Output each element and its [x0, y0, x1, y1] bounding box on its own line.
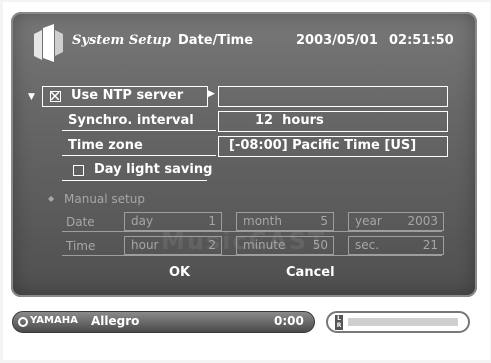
- synchro-interval-field[interactable]: 12 hours: [218, 111, 448, 132]
- meter-channel-labels: LR: [335, 315, 343, 330]
- synchro-interval-label: Synchro. interval: [68, 113, 194, 128]
- time-row-line: [62, 255, 442, 256]
- manual-setup-label: Manual setup: [64, 192, 145, 206]
- sec-field[interactable]: sec. 21: [348, 236, 444, 255]
- year-field[interactable]: year 2003: [348, 212, 444, 231]
- playback-time: 0:00: [274, 314, 304, 328]
- manual-date-label: Date: [66, 215, 95, 229]
- year-label: year: [355, 214, 382, 228]
- day-value: 1: [208, 214, 216, 228]
- system-setup-logo-icon: [34, 24, 63, 62]
- track-title: Allegro: [91, 314, 140, 328]
- time-zone-underline: [62, 155, 216, 156]
- minute-label: minute: [243, 238, 286, 252]
- brand-label: YAMAHA: [30, 315, 78, 326]
- time-zone-field[interactable]: [-08:00] Pacific Time [US]: [218, 136, 448, 157]
- month-field[interactable]: month 5: [236, 212, 334, 231]
- app-title: System Setup: [72, 33, 172, 48]
- hour-label: hour: [131, 238, 159, 252]
- use-ntp-checkbox-row[interactable]: Use NTP server: [42, 86, 208, 107]
- manual-time-label: Time: [66, 239, 96, 253]
- current-date: 2003/05/01: [296, 33, 378, 48]
- current-time: 02:51:50: [389, 33, 454, 48]
- daylight-underline: [62, 180, 207, 181]
- daylight-saving-checkbox[interactable]: [73, 165, 84, 176]
- day-field[interactable]: day 1: [124, 212, 222, 231]
- yamaha-logo-icon: [18, 317, 28, 327]
- meter-track: [348, 318, 458, 326]
- ntp-server-field[interactable]: [218, 86, 448, 107]
- time-zone-label: Time zone: [68, 138, 143, 153]
- daylight-saving-label[interactable]: Day light saving: [94, 162, 212, 177]
- use-ntp-label: Use NTP server: [71, 88, 184, 103]
- hour-value: 2: [208, 238, 216, 252]
- page-title: Date/Time: [178, 33, 254, 48]
- level-meter: LR: [326, 311, 470, 333]
- ntp-checked-icon[interactable]: [50, 91, 61, 102]
- month-value: 5: [320, 214, 328, 228]
- ok-button[interactable]: OK: [169, 265, 190, 280]
- sec-label: sec.: [355, 238, 380, 252]
- year-value: 2003: [407, 214, 438, 228]
- expand-arrow-icon[interactable]: ▼: [28, 92, 35, 102]
- day-label: day: [131, 214, 154, 228]
- date-row-line: [62, 231, 442, 232]
- minute-value: 50: [312, 238, 328, 252]
- synchro-interval-value: 12 hours: [255, 113, 324, 128]
- hour-field[interactable]: hour 2: [124, 236, 222, 255]
- right-arrow-icon: ▶: [208, 89, 215, 99]
- sec-value: 21: [422, 238, 438, 252]
- player-status-bar: YAMAHA Allegro 0:00: [12, 311, 315, 333]
- synchro-underline: [62, 130, 216, 131]
- x-mark-icon: [51, 92, 59, 100]
- diamond-bullet-icon: ◆: [48, 194, 55, 203]
- minute-field[interactable]: minute 50: [236, 236, 334, 255]
- month-label: month: [243, 214, 282, 228]
- cancel-button[interactable]: Cancel: [286, 265, 335, 280]
- time-zone-value: [-08:00] Pacific Time [US]: [229, 138, 417, 153]
